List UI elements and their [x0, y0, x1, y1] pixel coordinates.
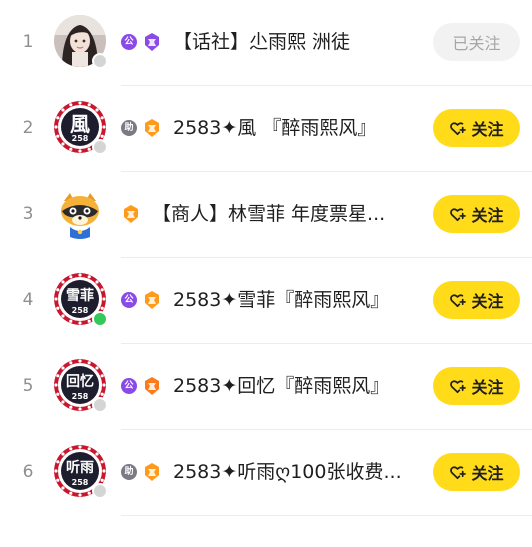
user-badges: 公: [121, 375, 162, 397]
follow-button[interactable]: 关注: [433, 195, 520, 233]
follow-button-label: 关注: [471, 292, 504, 311]
followed-button[interactable]: 已关注: [433, 23, 520, 61]
follow-button[interactable]: 关注: [433, 367, 520, 405]
level-gem-icon: [142, 118, 162, 138]
follow-button[interactable]: 关注: [433, 453, 520, 491]
rank-number: 6: [22, 462, 34, 482]
follow-button-label: 关注: [471, 206, 504, 225]
divider: [121, 515, 532, 516]
follow-list: 1 公【话社】尐雨熙 洲徒 已关注 2 風 258 助 2583✦風 『醉雨熙风』 关注 3 【商人…: [0, 0, 532, 547]
user-badges: 公: [121, 289, 162, 311]
user-badges: 助: [121, 117, 162, 139]
level-gem-icon: [142, 376, 162, 396]
list-item: 1 公 【话社】尐雨熙 洲徒 已关注: [0, 0, 532, 86]
role-badge-label: 公: [124, 381, 134, 391]
role-badge-label: 公: [124, 37, 134, 47]
online-status-dot: [92, 139, 108, 155]
level-gem-icon: [142, 32, 162, 52]
role-badge-icon: 助: [121, 120, 137, 136]
follow-button-label: 关注: [471, 120, 504, 139]
avatar[interactable]: 回忆 258: [54, 359, 108, 413]
user-badges: 助: [121, 461, 162, 483]
heart-plus-icon: [449, 292, 467, 309]
avatar[interactable]: 听雨 258: [54, 445, 108, 499]
list-item: 3 【商人】林雪菲 年度票星... 关注: [0, 172, 532, 258]
list-item: 2 風 258 助 2583✦風 『醉雨熙风』 关注: [0, 86, 532, 172]
follow-button[interactable]: 关注: [433, 109, 520, 147]
truncation-ellipsis: ...: [367, 203, 386, 225]
user-nickname-text: 2583✦雪菲『醉雨熙风』: [173, 289, 390, 311]
user-nickname[interactable]: 2583✦听雨ღ100张收费...: [173, 458, 402, 486]
user-nickname-text: 【商人】林雪菲 年度票星: [152, 203, 368, 225]
follow-button-label: 关注: [471, 378, 504, 397]
online-status-dot: [92, 397, 108, 413]
heart-plus-icon: [449, 378, 467, 395]
avatar-image: [54, 187, 106, 239]
follow-button-label: 已关注: [452, 34, 501, 53]
user-nickname-text: 2583✦風 『醉雨熙风』: [173, 117, 377, 139]
rank-number: 2: [22, 118, 34, 138]
user-badges: 公: [121, 31, 162, 53]
level-gem-icon: [121, 204, 141, 224]
list-item: 5 回忆 258 公 2583✦回忆『醉雨熙风』 关注: [0, 344, 532, 430]
role-badge-icon: 公: [121, 34, 137, 50]
level-gem-icon: [142, 290, 162, 310]
follow-button[interactable]: 关注: [433, 281, 520, 319]
avatar-emblem-text: 雪菲: [66, 288, 94, 304]
list-item: 4 雪菲 258 公 2583✦雪菲『醉雨熙风』 关注: [0, 258, 532, 344]
user-nickname[interactable]: 2583✦雪菲『醉雨熙风』: [173, 286, 389, 314]
online-status-dot: [92, 53, 108, 69]
avatar[interactable]: 雪菲 258: [54, 273, 108, 327]
role-badge-label: 助: [124, 467, 134, 477]
heart-plus-icon: [449, 120, 467, 137]
user-nickname-text: 【话社】尐雨熙 洲徒: [173, 31, 351, 53]
follow-button-label: 关注: [471, 464, 504, 483]
user-nickname-text: 2583✦听雨ღ100张收费: [173, 461, 384, 483]
role-badge-label: 公: [124, 295, 134, 305]
user-nickname[interactable]: 【商人】林雪菲 年度票星...: [152, 200, 385, 228]
online-status-dot: [92, 483, 108, 499]
role-badge-label: 助: [124, 123, 134, 133]
list-item: 6 听雨 258 助 2583✦听雨ღ100张收费... 关注: [0, 430, 532, 516]
user-nickname-text: 2583✦回忆『醉雨熙风』: [173, 375, 390, 397]
user-nickname[interactable]: 2583✦風 『醉雨熙风』: [173, 114, 376, 142]
online-status-dot: [92, 311, 108, 327]
avatar-emblem-text: 听雨: [66, 460, 94, 476]
heart-plus-icon: [449, 464, 467, 481]
avatar[interactable]: [54, 187, 106, 239]
rank-number: 5: [22, 376, 34, 396]
role-badge-icon: 助: [121, 464, 137, 480]
rank-number: 3: [22, 204, 34, 224]
role-badge-icon: 公: [121, 378, 137, 394]
avatar-emblem-text: 回忆: [66, 374, 94, 390]
avatar[interactable]: [54, 15, 108, 69]
user-badges: [121, 203, 141, 225]
avatar-emblem-text: 風: [70, 112, 90, 136]
level-gem-icon: [142, 462, 162, 482]
user-nickname[interactable]: 2583✦回忆『醉雨熙风』: [173, 372, 389, 400]
rank-number: 4: [22, 290, 34, 310]
truncation-ellipsis: ...: [383, 461, 402, 483]
rank-number: 1: [22, 32, 34, 52]
role-badge-icon: 公: [121, 292, 137, 308]
avatar[interactable]: 風 258: [54, 101, 108, 155]
user-nickname[interactable]: 【话社】尐雨熙 洲徒: [173, 28, 350, 56]
heart-plus-icon: [449, 206, 467, 223]
